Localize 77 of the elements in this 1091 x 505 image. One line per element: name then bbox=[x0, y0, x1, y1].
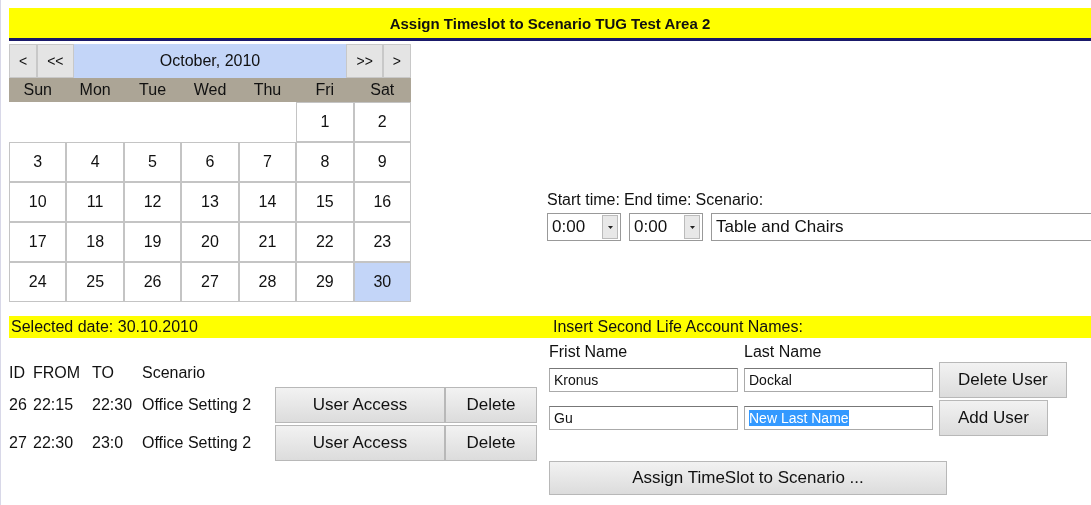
delete-button[interactable]: Delete bbox=[445, 425, 537, 461]
first-name-label: Frist Name bbox=[549, 343, 629, 361]
calendar-day[interactable]: 20 bbox=[181, 222, 239, 262]
calendar-day[interactable]: 26 bbox=[123, 262, 182, 302]
calendar-day[interactable]: 11 bbox=[66, 182, 124, 222]
table-cell-text: Office Setting 2 bbox=[142, 396, 253, 414]
weekday-header: Sat bbox=[353, 78, 411, 102]
assign-timeslot-button[interactable]: Assign TimeSlot to Scenario ... bbox=[549, 461, 947, 495]
end-time-label: End time: bbox=[623, 191, 692, 209]
calendar-day[interactable]: 2 bbox=[353, 102, 411, 142]
dropdown-caret-icon bbox=[689, 225, 695, 229]
calendar-day[interactable]: 13 bbox=[181, 182, 239, 222]
column-header: FROM bbox=[33, 364, 82, 382]
first-name-field[interactable]: Kronus bbox=[549, 368, 738, 392]
table-cell-text: 26 bbox=[9, 396, 28, 414]
calendar-day[interactable]: 5 bbox=[123, 142, 182, 182]
weekday-header: Fri bbox=[296, 78, 354, 102]
dropdown-caret-icon bbox=[607, 225, 613, 229]
month-nav-button[interactable]: > bbox=[382, 44, 411, 78]
month-title: October, 2010 bbox=[73, 44, 347, 78]
calendar-day[interactable]: 1 bbox=[296, 102, 354, 142]
end-time-dropdown[interactable]: 0:00 bbox=[629, 213, 703, 241]
user-access-button[interactable]: User Access bbox=[275, 387, 445, 423]
calendar-day[interactable]: 18 bbox=[66, 222, 124, 262]
calendar-day[interactable]: 27 bbox=[181, 262, 239, 302]
start-time-label: Start time: bbox=[547, 191, 620, 209]
delete-button[interactable]: Delete bbox=[445, 387, 537, 423]
calendar-day[interactable]: 19 bbox=[123, 222, 182, 262]
calendar-day[interactable]: 10 bbox=[9, 182, 67, 222]
calendar-day[interactable]: 6 bbox=[181, 142, 239, 182]
user-access-button[interactable]: User Access bbox=[275, 425, 445, 461]
last-name-field[interactable]: Dockal bbox=[744, 368, 933, 392]
calendar-day[interactable]: 4 bbox=[66, 142, 124, 182]
page-title: Assign Timeslot to Scenario TUG Test Area 2 bbox=[9, 8, 1091, 41]
calendar-day[interactable]: 25 bbox=[66, 262, 124, 302]
table-cell-text: 22:30 bbox=[92, 396, 134, 414]
table-cell-text: 22:15 bbox=[33, 396, 75, 414]
calendar-day[interactable]: 15 bbox=[296, 182, 354, 222]
add-user-button[interactable]: Add User bbox=[939, 400, 1048, 436]
weekday-header: Thu bbox=[238, 78, 297, 102]
calendar-day[interactable]: 30 bbox=[353, 262, 411, 302]
weekday-header: Mon bbox=[66, 78, 124, 102]
delete-user-button[interactable]: Delete User bbox=[939, 362, 1067, 398]
calendar-day[interactable]: 29 bbox=[296, 262, 354, 302]
table-cell-text: Office Setting 2 bbox=[142, 434, 253, 452]
calendar-day[interactable]: 22 bbox=[296, 222, 354, 262]
first-name-field[interactable]: Gu bbox=[549, 406, 738, 430]
scenario-dropdown[interactable]: Table and Chairs bbox=[711, 213, 1091, 241]
calendar-day[interactable]: 21 bbox=[238, 222, 297, 262]
table-cell-text: 27 bbox=[9, 434, 28, 452]
scenario-label: Scenario: bbox=[695, 191, 764, 209]
calendar-day[interactable]: 16 bbox=[353, 182, 411, 222]
column-header: TO bbox=[92, 364, 115, 382]
calendar-day[interactable]: 9 bbox=[353, 142, 411, 182]
calendar-day[interactable]: 23 bbox=[353, 222, 411, 262]
start-time-dropdown[interactable]: 0:00 bbox=[547, 213, 621, 241]
calendar-day[interactable]: 14 bbox=[238, 182, 297, 222]
calendar-day[interactable]: 28 bbox=[238, 262, 297, 302]
weekday-header: Wed bbox=[181, 78, 239, 102]
calendar-day[interactable]: 17 bbox=[9, 222, 67, 262]
month-nav-button[interactable]: < bbox=[9, 44, 38, 78]
table-cell-text: 23:0 bbox=[92, 434, 125, 452]
column-header: Scenario bbox=[142, 364, 207, 382]
weekday-header: Sun bbox=[9, 78, 67, 102]
month-nav-button[interactable]: >> bbox=[346, 44, 383, 78]
weekday-header: Tue bbox=[123, 78, 182, 102]
calendar-day[interactable]: 3 bbox=[9, 142, 67, 182]
last-name-label: Last Name bbox=[744, 343, 823, 361]
column-header: ID bbox=[9, 364, 26, 382]
calendar-day[interactable]: 8 bbox=[296, 142, 354, 182]
month-nav-button[interactable]: << bbox=[37, 44, 74, 78]
calendar-day[interactable]: 7 bbox=[238, 142, 297, 182]
calendar-day[interactable]: 24 bbox=[9, 262, 67, 302]
account-names-heading: Insert Second Life Account Names: bbox=[545, 316, 1091, 338]
table-cell-text: 22:30 bbox=[33, 434, 75, 452]
calendar-day[interactable]: 12 bbox=[123, 182, 182, 222]
selected-date-bar: Selected date: 30.10.2010 bbox=[9, 316, 545, 338]
